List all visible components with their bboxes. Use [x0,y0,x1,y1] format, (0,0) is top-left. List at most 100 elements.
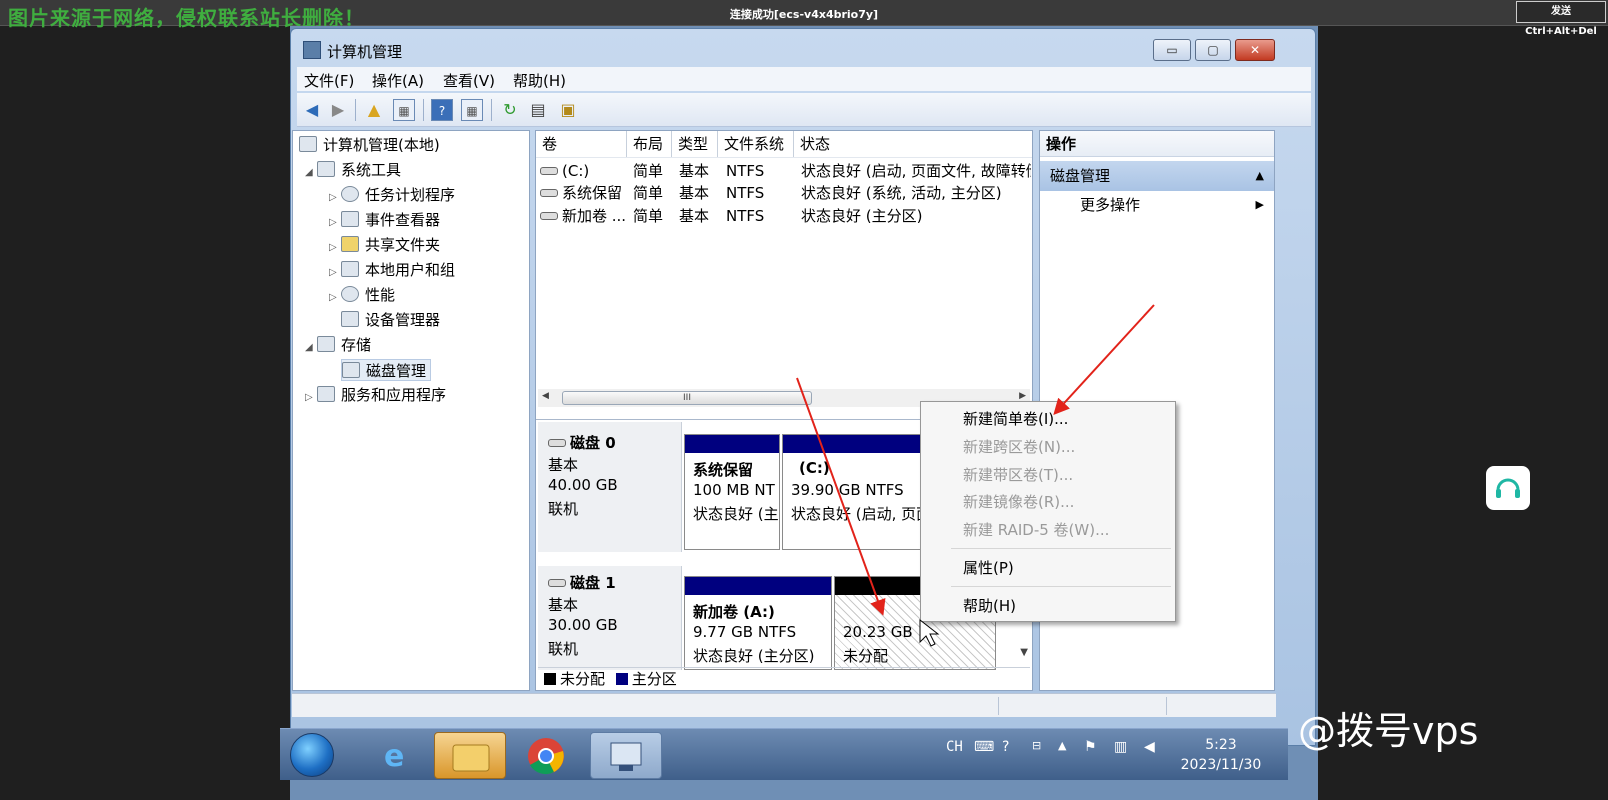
close-button[interactable]: ✕ [1235,39,1275,61]
menu-bar: 文件(F) 操作(A) 查看(V) 帮助(H) [297,67,1311,91]
primary-partition-bar [685,435,779,453]
minimize-button[interactable]: ▭ [1153,39,1191,61]
volume-icon [540,212,558,220]
type-cell: 基本 [679,162,710,180]
submenu-arrow-icon: ▶ [1255,198,1264,211]
column-header-filesystem[interactable]: 文件系统 [718,131,794,157]
disk-size: 40.00 GB [548,476,618,494]
disk-status: 联机 [548,500,579,518]
tree-item-system-tools[interactable]: ◢ 系统工具 [305,159,401,181]
menu-new-spanned-volume: 新建跨区卷(N)... [963,438,1076,456]
internet-explorer-icon: e [384,739,404,774]
disk-status: 联机 [548,640,579,658]
column-header-status[interactable]: 状态 [794,131,1032,157]
collapse-arrow-icon[interactable]: ◢ [305,337,317,359]
taskbar-ie[interactable]: e [360,732,432,779]
help-icon[interactable]: ? [431,99,453,121]
expand-arrow-icon[interactable]: ▷ [329,237,341,259]
console-tree-icon[interactable]: ▦ [393,99,415,121]
status-cell: 状态良好 (系统, 活动, 主分区) [801,184,1002,202]
users-icon [341,261,359,277]
partition-a[interactable]: 新加卷 (A:) 9.77 GB NTFS 状态良好 (主分区) [684,576,832,670]
scrollbar-thumb[interactable]: III [562,391,812,405]
status-cell: 状态良好 (启动, 页面文件, 故障转储 [801,162,1031,180]
tree-label: 本地用户和组 [365,261,456,279]
scroll-down-icon[interactable]: ▼ [1020,647,1028,658]
tree-item-performance[interactable]: ▷ 性能 [329,284,395,306]
computer-icon [299,136,317,152]
menu-action[interactable]: 操作(A) [372,70,424,91]
menu-separator [951,548,1171,549]
remote-desktop-bar: 图片来源于网络，侵权联系站长删除！ 连接成功[ecs-v4x4brio7y] 发… [0,0,1608,37]
disk-1-label[interactable]: 磁盘 1 基本 30.00 GB 联机 [538,566,682,670]
menu-help[interactable]: 帮助(H) [963,595,1016,616]
column-header-type[interactable]: 类型 [672,131,718,157]
taskbar-chrome[interactable] [508,732,580,779]
folder-up-icon[interactable]: ▲ [363,99,385,121]
disk-0-label[interactable]: 磁盘 0 基本 40.00 GB 联机 [538,422,682,552]
primary-partition-bar [685,577,831,595]
menu-new-simple-volume[interactable]: 新建简单卷(I)... [963,408,1068,429]
partition-c[interactable]: (C:) 39.90 GB NTFS 状态良好 (启动, 页面 [782,434,922,550]
tree-item-storage[interactable]: ◢ 存储 [305,334,371,356]
export-icon[interactable]: ▤ [527,99,549,121]
refresh-icon[interactable]: ↻ [499,99,521,121]
more-actions[interactable]: 更多操作 ▶ [1080,193,1270,217]
collapse-icon[interactable]: ▲ [1256,161,1264,191]
actions-section-disk-management[interactable]: 磁盘管理 ▲ [1040,161,1274,191]
menu-view[interactable]: 查看(V) [443,70,495,91]
actions-header: 操作 [1040,131,1274,157]
forward-arrow-icon[interactable]: ▶ [327,99,349,121]
action-center-icon[interactable]: ⚑ [1084,739,1097,755]
menu-file[interactable]: 文件(F) [304,70,354,91]
tree-item-disk-management[interactable]: 磁盘管理 [341,359,432,381]
taskbar-computer-management[interactable] [590,732,662,779]
language-indicator[interactable]: CH [946,739,963,755]
event-viewer-icon [341,211,359,227]
filesystem-cell: NTFS [726,162,765,180]
tree-item-services-apps[interactable]: ▷ 服务和应用程序 [305,384,446,406]
tree-item-local-users[interactable]: ▷ 本地用户和组 [329,259,455,281]
scroll-right-icon[interactable]: ▶ [1019,391,1026,401]
more-actions-label: 更多操作 [1080,196,1141,214]
tree-item-event-viewer[interactable]: ▷ 事件查看器 [329,209,440,231]
expand-arrow-icon[interactable]: ▷ [329,262,341,284]
column-header-layout[interactable]: 布局 [627,131,672,157]
menu-help[interactable]: 帮助(H) [513,70,566,91]
tree-label: 服务和应用程序 [341,386,447,404]
maximize-button[interactable]: ▢ [1195,39,1231,61]
properties-icon[interactable]: ▣ [557,99,579,121]
tree-item-shared-folders[interactable]: ▷ 共享文件夹 [329,234,440,256]
start-button[interactable] [290,733,334,777]
customer-support-button[interactable] [1486,466,1530,510]
partition-size: 20.23 GB [843,623,913,641]
language-bar-icon[interactable]: ⊟ [1032,739,1041,752]
system-clock[interactable]: 5:23 2023/11/30 [1176,735,1266,775]
keyboard-icon[interactable]: ⌨ [974,739,994,755]
send-ctrl-alt-del-button[interactable]: 发送 Ctrl+Alt+Del [1516,1,1606,37]
action-pane-icon[interactable]: ▦ [461,99,483,121]
volume-icon [540,189,558,197]
tree-item-task-scheduler[interactable]: ▷ 任务计划程序 [329,184,455,206]
column-header-volume[interactable]: 卷 [536,131,627,157]
menu-properties[interactable]: 属性(P) [963,557,1014,578]
tree-label: 设备管理器 [365,311,441,329]
taskbar-explorer[interactable] [434,732,506,779]
network-icon[interactable]: ▥ [1114,739,1127,755]
tree-label: 存储 [341,336,372,354]
scroll-left-icon[interactable]: ◀ [542,391,549,401]
expand-arrow-icon[interactable]: ▷ [329,187,341,209]
tree-item-root[interactable]: 计算机管理(本地) [299,134,440,156]
partition-system-reserved[interactable]: 系统保留 100 MB NT 状态良好 (主 [684,434,780,550]
volume-muted-icon[interactable]: ◀ [1144,739,1155,755]
expand-arrow-icon[interactable]: ▷ [329,212,341,234]
tree-item-device-manager[interactable]: 设备管理器 [341,309,440,331]
show-hidden-icons[interactable]: ▲ [1058,739,1066,752]
collapse-arrow-icon[interactable]: ◢ [305,162,317,184]
tree-label: 共享文件夹 [365,236,441,254]
help-tray-icon[interactable]: ? [1002,739,1009,755]
disk-name-text: 磁盘 1 [570,574,616,592]
back-arrow-icon[interactable]: ◀ [301,99,323,121]
expand-arrow-icon[interactable]: ▷ [305,387,317,409]
expand-arrow-icon[interactable]: ▷ [329,287,341,309]
